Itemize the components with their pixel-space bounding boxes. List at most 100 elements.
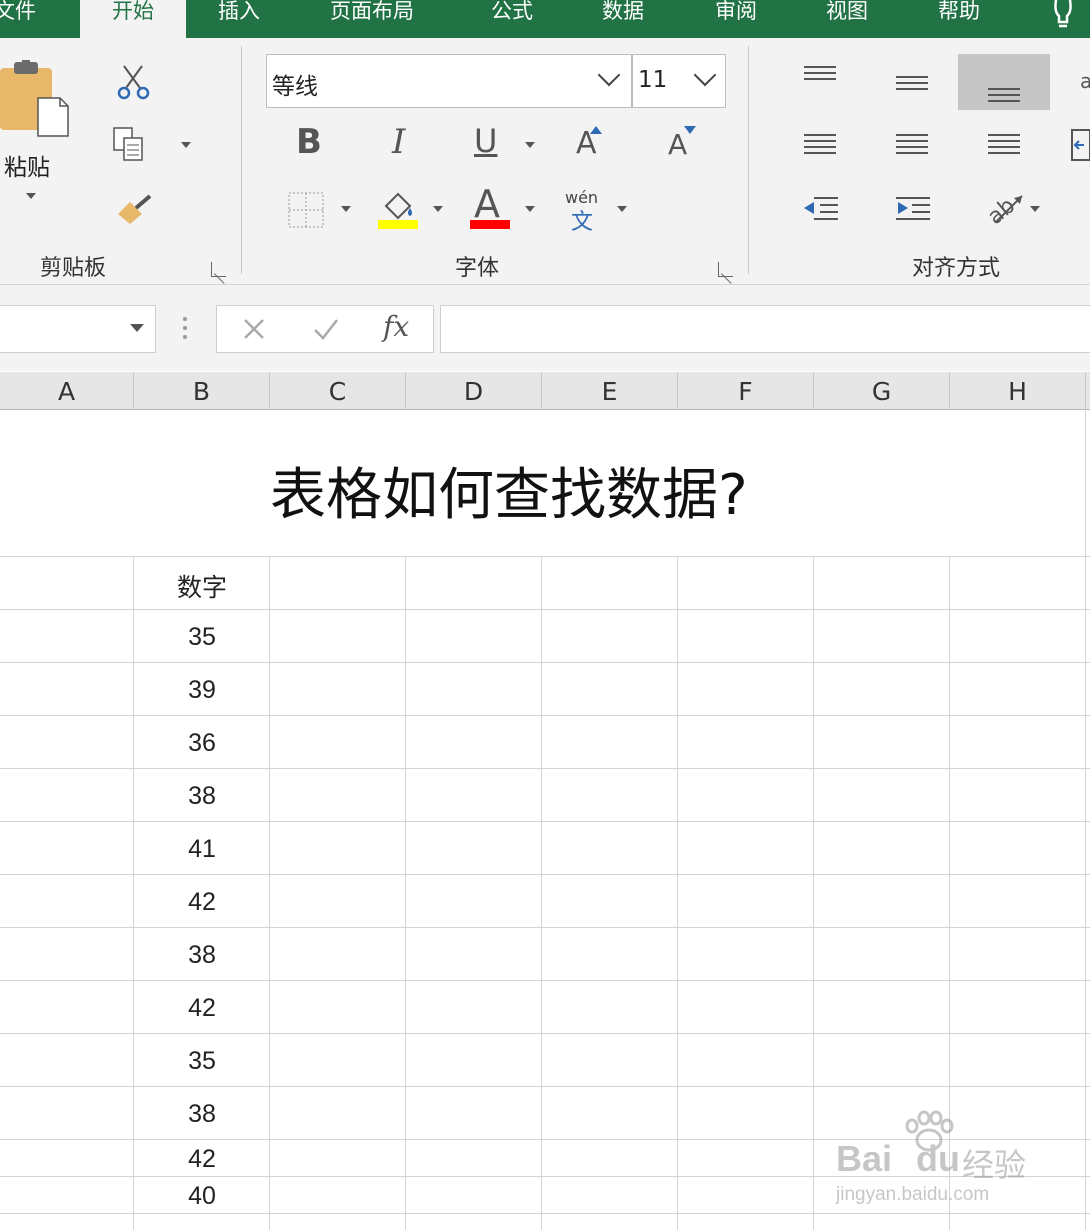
name-box[interactable]: [0, 305, 156, 353]
tab-file[interactable]: 文件: [0, 0, 74, 38]
group-separator: [748, 46, 749, 274]
clipboard-dialog-launcher-icon[interactable]: [211, 262, 226, 277]
borders-icon[interactable]: [288, 192, 324, 228]
tab-review[interactable]: 审阅: [715, 0, 757, 38]
fill-color-dropdown-arrow[interactable]: [433, 206, 443, 212]
column-header-b[interactable]: B: [134, 372, 270, 409]
increase-indent-icon[interactable]: [894, 196, 932, 224]
align-right-icon[interactable]: [988, 134, 1020, 158]
grid-line: [0, 715, 1090, 716]
paste-icon[interactable]: [0, 60, 70, 138]
grid-line: [0, 556, 1090, 557]
format-painter-icon[interactable]: [116, 192, 154, 226]
column-header-a[interactable]: A: [0, 372, 134, 409]
underline-dropdown-arrow[interactable]: [525, 142, 535, 148]
baidu-jingyan-watermark: Bai du 经验 jingyan.baidu.com: [836, 1110, 1046, 1210]
grid-line: [1085, 409, 1086, 1230]
chevron-down-icon[interactable]: [693, 63, 717, 87]
group-separator: [241, 46, 242, 274]
chevron-down-icon[interactable]: [597, 63, 621, 87]
column-header-d[interactable]: D: [406, 372, 542, 409]
font-name-combobox[interactable]: 等线: [266, 54, 632, 108]
data-cell[interactable]: 38: [134, 941, 270, 970]
data-cell[interactable]: 40: [134, 1182, 270, 1211]
header-cell[interactable]: 数字: [134, 568, 270, 604]
tab-file-label: 文件: [0, 0, 36, 23]
watermark-brand: Bai: [836, 1138, 893, 1179]
ribbon-tab-bar: 文件 开始 插入 页面布局 公式 数据 审阅 视图 帮助: [0, 0, 1090, 38]
tab-view[interactable]: 视图: [826, 0, 868, 38]
paste-label[interactable]: 粘贴: [4, 148, 50, 182]
borders-dropdown-arrow[interactable]: [341, 206, 351, 212]
bold-button[interactable]: B: [296, 122, 322, 162]
grid-line: [0, 874, 1090, 875]
grid-line: [0, 609, 1090, 610]
insert-function-button[interactable]: fx: [383, 310, 409, 343]
grid-line: [0, 1033, 1090, 1034]
tab-home[interactable]: 开始: [80, 0, 186, 38]
data-cell[interactable]: 39: [134, 676, 270, 705]
column-header-c[interactable]: C: [270, 372, 406, 409]
font-color-dropdown-arrow[interactable]: [525, 206, 535, 212]
svg-text:a: a: [1080, 69, 1090, 93]
watermark-product: 经验: [962, 1146, 1027, 1184]
formula-bar-grip-icon[interactable]: [182, 316, 188, 340]
fill-color-icon[interactable]: [378, 188, 420, 230]
tab-help[interactable]: 帮助: [938, 0, 980, 38]
lightbulb-icon[interactable]: [1050, 0, 1076, 30]
align-middle-icon[interactable]: [896, 76, 928, 94]
align-left-icon[interactable]: [804, 134, 836, 158]
tab-page-layout[interactable]: 页面布局: [330, 0, 414, 38]
align-bottom-button[interactable]: [958, 54, 1050, 110]
data-cell[interactable]: 42: [134, 1145, 270, 1174]
data-cell[interactable]: 42: [134, 888, 270, 917]
formula-input[interactable]: [440, 305, 1090, 353]
tab-formulas[interactable]: 公式: [491, 0, 533, 38]
align-top-icon[interactable]: [804, 66, 836, 84]
data-cell[interactable]: 42: [134, 994, 270, 1023]
name-box-dropdown-arrow[interactable]: [130, 324, 144, 332]
tab-insert[interactable]: 插入: [218, 0, 260, 38]
copy-icon[interactable]: [112, 126, 146, 164]
text-orientation-icon[interactable]: ab: [984, 188, 1026, 228]
data-cell[interactable]: 35: [134, 623, 270, 652]
align-center-icon[interactable]: [896, 134, 928, 158]
font-size-value: 11: [638, 67, 668, 93]
paste-dropdown-arrow[interactable]: [26, 193, 36, 199]
font-name-value: 等线: [272, 74, 318, 100]
data-cell[interactable]: 36: [134, 729, 270, 758]
grid-line: [0, 1213, 1090, 1214]
copy-dropdown-arrow[interactable]: [181, 142, 191, 148]
sheet-title-cell[interactable]: 表格如何查找数据?: [270, 450, 790, 531]
enter-check-icon[interactable]: [313, 318, 339, 340]
grid-line: [677, 557, 678, 1230]
data-cell[interactable]: 38: [134, 1100, 270, 1129]
column-header-g[interactable]: G: [814, 372, 950, 409]
data-cell[interactable]: 41: [134, 835, 270, 864]
orientation-dropdown-arrow[interactable]: [1030, 206, 1040, 212]
watermark-brand-du: du: [916, 1138, 960, 1179]
wrap-text-partial-icon[interactable]: [1070, 128, 1090, 164]
column-header-e[interactable]: E: [542, 372, 678, 409]
font-color-swatch: [470, 220, 510, 229]
decrease-indent-icon[interactable]: [802, 196, 840, 224]
column-header-f[interactable]: F: [678, 372, 814, 409]
underline-button[interactable]: U: [474, 122, 497, 160]
font-dialog-launcher-icon[interactable]: [718, 262, 733, 277]
italic-button[interactable]: I: [392, 122, 405, 162]
tab-home-label: 开始: [112, 0, 154, 23]
tab-help-label: 帮助: [938, 0, 980, 23]
orientation-partial-icon[interactable]: a: [1078, 68, 1090, 102]
column-header-row: A B C D E F G H: [0, 372, 1090, 410]
column-header-h[interactable]: H: [950, 372, 1086, 409]
phonetic-dropdown-arrow[interactable]: [617, 206, 627, 212]
font-group-label: 字体: [455, 256, 500, 281]
font-size-combobox[interactable]: 11: [632, 54, 726, 108]
data-cell[interactable]: 38: [134, 782, 270, 811]
data-cell[interactable]: 35: [134, 1047, 270, 1076]
tab-data[interactable]: 数据: [602, 0, 644, 38]
cancel-icon[interactable]: [243, 318, 265, 340]
cut-icon[interactable]: [116, 64, 152, 100]
phonetic-bottom-label[interactable]: 文: [571, 204, 593, 236]
tab-data-label: 数据: [602, 0, 644, 23]
